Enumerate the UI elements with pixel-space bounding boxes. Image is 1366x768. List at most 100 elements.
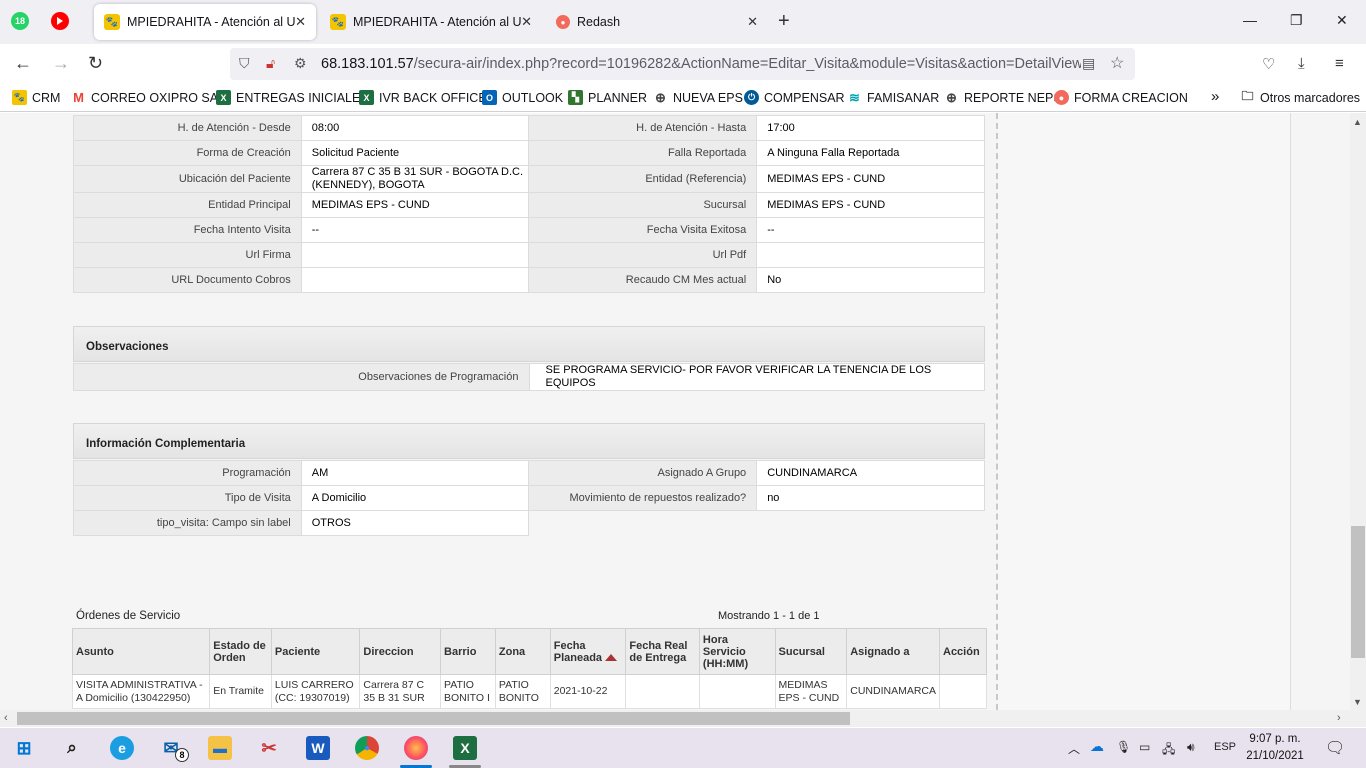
chrome-icon[interactable]: ● — [355, 736, 379, 760]
insecure-lock-icon[interactable]: 🔓︎ — [266, 55, 275, 72]
scroll-down-arrow-icon[interactable]: ▼ — [1353, 697, 1362, 707]
column-header-label: Sucursal — [778, 645, 825, 658]
bookmark-forma-creacion[interactable]: ● FORMA CREACION — [1054, 90, 1188, 105]
file-explorer-icon[interactable]: ▬ — [208, 736, 232, 760]
bookmark-ivr[interactable]: X IVR BACK OFFICE — [359, 90, 487, 105]
network-icon[interactable]: 🖧︎ — [1162, 740, 1175, 761]
bookmark-label: NUEVA EPS — [673, 90, 743, 105]
scroll-up-arrow-icon[interactable]: ▲ — [1353, 117, 1362, 127]
field-value: MEDIMAS EPS - CUND — [756, 165, 985, 193]
field-value: Carrera 87 C 35 B 31 SUR - BOGOTA D.C. (… — [300, 165, 530, 193]
column-header[interactable]: Zona — [494, 628, 551, 675]
bookmark-reporte-neps[interactable]: ⊕ REPORTE NEPS — [944, 90, 1062, 105]
close-icon[interactable]: ✕ — [295, 14, 306, 30]
close-icon[interactable]: ✕ — [747, 14, 758, 30]
bookmark-star-icon[interactable]: ☆ — [1110, 53, 1124, 73]
detail-row: Entidad Principal MEDIMAS EPS - CUND Sucur… — [73, 192, 985, 218]
column-header[interactable]: Asunto — [71, 628, 211, 675]
tab-mpiedrahita-1[interactable]: 🐾 MPIEDRAHITA - Atención al Usu ✕ — [94, 4, 316, 40]
notifications-icon[interactable]: 🗨︎ — [1325, 738, 1345, 758]
system-clock[interactable]: 9:07 p. m. 21/10/2021 — [1240, 731, 1310, 765]
bookmark-outlook[interactable]: O OUTLOOK — [482, 90, 563, 105]
empty-cell — [528, 510, 985, 536]
bookmark-crm[interactable]: 🐾 CRM — [12, 90, 60, 105]
sort-ascending-icon[interactable] — [605, 654, 618, 662]
whatsapp-pinned-tab[interactable]: 18 — [11, 12, 29, 30]
bookmark-entregas[interactable]: X ENTREGAS INICIALES — [216, 90, 369, 105]
window-close-button[interactable]: ✕ — [1336, 12, 1348, 29]
volume-icon[interactable]: 🔊︎ — [1187, 740, 1195, 755]
windows-start-icon[interactable]: ⊞ — [12, 736, 36, 760]
folder-icon: 🗀 — [1240, 89, 1255, 105]
pocket-icon[interactable]: ♡ — [1262, 55, 1275, 73]
paw-icon: 🐾 — [330, 14, 346, 30]
maximize-button[interactable]: ❐ — [1290, 12, 1303, 29]
tab-mpiedrahita-2[interactable]: 🐾 MPIEDRAHITA - Atención al Usu ✕ — [320, 4, 542, 40]
field-value: A Ninguna Falla Reportada — [756, 140, 985, 166]
tab-title: Redash — [577, 15, 621, 29]
paw-icon: 🐾 — [104, 14, 120, 30]
forward-arrow-icon[interactable]: → — [52, 54, 70, 72]
reload-icon[interactable]: ↻ — [88, 54, 103, 72]
youtube-pinned-tab[interactable] — [51, 12, 69, 30]
column-header[interactable]: Hora Servicio (HH:MM) — [698, 628, 776, 675]
downloads-icon[interactable]: ⤓ — [1298, 55, 1305, 72]
firefox-icon[interactable] — [404, 736, 428, 760]
other-bookmarks-folder[interactable]: 🗀 Otros marcadores — [1240, 89, 1360, 105]
globe-icon: ⊕ — [653, 90, 668, 105]
more-bookmarks-chevron-icon[interactable]: » — [1211, 88, 1219, 105]
column-header[interactable]: Fecha Real de Entrega — [625, 628, 700, 675]
column-header[interactable]: Sucursal — [774, 628, 848, 675]
new-tab-button[interactable]: + — [778, 10, 790, 33]
field-label: Entidad Principal — [73, 192, 302, 218]
horizontal-scrollbar[interactable]: ‹ › — [0, 710, 1366, 727]
chevron-up-icon[interactable]: ︿ — [1068, 740, 1080, 757]
field-value: CUNDINAMARCA — [756, 460, 985, 486]
complementaria-table: Programación AM Asignado A Grupo CUNDINAMAR… — [73, 460, 985, 536]
snipping-tool-icon[interactable]: ✂ — [257, 736, 281, 760]
column-header[interactable]: Paciente — [270, 628, 361, 675]
onedrive-cloud-icon[interactable]: ☁ — [1090, 738, 1104, 755]
shield-icon[interactable]: ⛉ — [239, 55, 250, 72]
tab-redash[interactable]: ● Redash ✕ — [546, 4, 768, 40]
bookmark-compensar[interactable]: ⏻ COMPENSAR — [744, 90, 845, 105]
vertical-scrollbar[interactable]: ▲ ▼ — [1350, 113, 1366, 710]
search-icon[interactable]: ⌕ — [60, 736, 84, 760]
url-bar[interactable]: ⛉ 🔓︎ ⚙ 68.183.101.57/secura-air/index.ph… — [230, 48, 1135, 80]
column-header[interactable]: Fecha Planeada — [549, 628, 627, 675]
reader-view-icon[interactable]: ▤ — [1082, 55, 1095, 72]
table-row[interactable]: VISITA ADMINISTRATIVA - A Domicilio (130… — [71, 674, 987, 709]
excel-icon[interactable]: X — [453, 736, 477, 760]
edge-icon[interactable]: e — [110, 736, 134, 760]
permissions-icon[interactable]: ⚙ — [294, 55, 307, 72]
bookmark-correo[interactable]: M CORREO OXIPRO SAS — [71, 90, 226, 105]
clock-date: 21/10/2021 — [1246, 750, 1304, 762]
column-header[interactable]: Acción — [939, 628, 987, 675]
column-header[interactable]: Direccion — [359, 628, 442, 675]
menu-icon[interactable]: ≡ — [1335, 55, 1344, 72]
bookmark-famisanar[interactable]: ≋ FAMISANAR — [847, 90, 939, 105]
word-icon[interactable]: W — [306, 736, 330, 760]
column-header[interactable]: Asignado a — [846, 628, 940, 675]
battery-icon[interactable]: ▭ — [1139, 740, 1150, 754]
column-header-label: Zona — [498, 645, 526, 658]
bookmark-planner[interactable]: ▚ PLANNER — [568, 90, 647, 105]
scroll-left-arrow-icon[interactable]: ‹ — [4, 712, 8, 724]
close-icon[interactable]: ✕ — [521, 14, 532, 30]
windows-taskbar: ⊞ ⌕ e ✉ 8 ▬ ✂ W ● X ︿ ☁ 🎙︎ ▭ 🖧︎ 🔊︎ ESP 9:… — [0, 728, 1366, 768]
microphone-icon[interactable]: 🎙︎ — [1116, 740, 1131, 754]
vertical-scroll-thumb[interactable] — [1351, 526, 1365, 658]
horizontal-scroll-thumb[interactable] — [17, 712, 850, 725]
scroll-right-arrow-icon[interactable]: › — [1337, 712, 1341, 724]
url-text[interactable]: 68.183.101.57/secura-air/index.php?recor… — [321, 56, 1081, 72]
field-label: Fecha Visita Exitosa — [528, 217, 758, 243]
excel-icon: X — [216, 90, 231, 105]
minimize-button[interactable]: — — [1243, 12, 1257, 28]
bookmark-nueva-eps[interactable]: ⊕ NUEVA EPS — [653, 90, 743, 105]
column-header[interactable]: Estado de Orden — [209, 628, 272, 675]
back-arrow-icon[interactable]: ← — [14, 54, 32, 72]
language-indicator[interactable]: ESP — [1214, 741, 1236, 753]
mail-icon[interactable]: ✉ 8 — [159, 736, 189, 762]
bookmark-label: COMPENSAR — [764, 90, 845, 105]
column-header[interactable]: Barrio — [440, 628, 496, 675]
